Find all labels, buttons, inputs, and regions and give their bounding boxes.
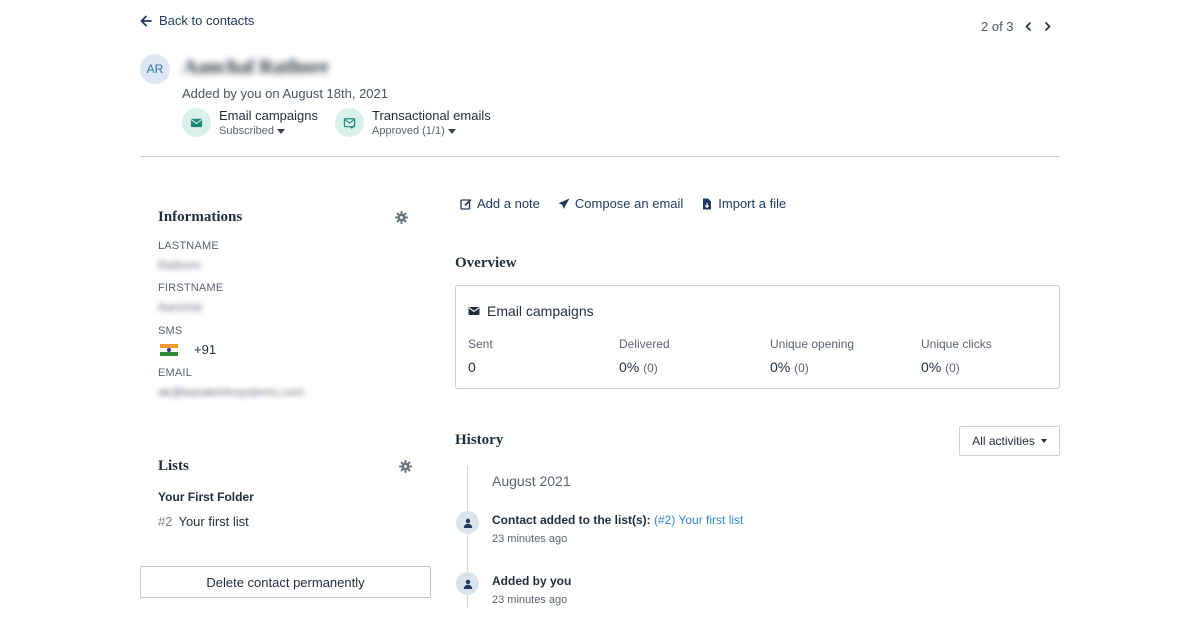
stat-unique-opening: Unique opening 0% (0) xyxy=(770,337,854,375)
avatar: AR xyxy=(140,54,170,84)
gear-icon xyxy=(398,459,413,474)
added-info: Added by you on August 18th, 2021 xyxy=(182,86,389,101)
compose-email-button[interactable]: Compose an email xyxy=(558,196,683,211)
folder-name: Your First Folder xyxy=(158,490,254,504)
list-item[interactable]: #2 Your first list xyxy=(158,514,249,529)
envelope-icon xyxy=(182,108,211,137)
timeline-month: August 2021 xyxy=(492,473,571,489)
stat-delivered: Delivered 0% (0) xyxy=(619,337,670,375)
stat-count: (0) xyxy=(945,361,960,375)
stat-value: 0% xyxy=(770,359,791,375)
contact-name: Aanchal Rathore xyxy=(183,56,329,78)
field-value-sms: +91 xyxy=(194,342,217,357)
subscription-transactional-emails: Transactional emails Approved (1/1) xyxy=(335,108,491,137)
back-label: Back to contacts xyxy=(159,13,255,28)
transactional-status-dropdown[interactable]: Approved (1/1) xyxy=(372,125,491,137)
history-event: Contact added to the list(s): (#2) Your … xyxy=(492,513,743,545)
envelope-icon xyxy=(468,307,480,315)
informations-title: Informations xyxy=(158,209,243,225)
delete-contact-button[interactable]: Delete contact permanently xyxy=(140,566,431,598)
informations-settings-button[interactable] xyxy=(394,210,409,229)
subscription-email-campaigns: Email campaigns Subscribed xyxy=(182,108,318,137)
stat-value: 0% xyxy=(921,359,942,375)
user-icon xyxy=(456,572,479,595)
list-number: #2 xyxy=(158,514,173,529)
lists-title: Lists xyxy=(158,458,189,474)
stat-label: Unique clicks xyxy=(921,337,992,351)
field-label-firstname: FIRSTNAME xyxy=(158,282,224,294)
event-time: 23 minutes ago xyxy=(492,533,568,545)
paper-plane-icon xyxy=(558,198,570,209)
subscription-title: Transactional emails xyxy=(372,108,491,123)
caret-down-icon xyxy=(1040,439,1047,443)
history-title: History xyxy=(455,432,504,448)
activity-filter-dropdown[interactable]: All activities xyxy=(959,426,1060,456)
add-note-label: Add a note xyxy=(477,196,540,211)
chevron-right-icon xyxy=(1044,22,1051,31)
stat-count: (0) xyxy=(794,361,809,375)
caret-down-icon xyxy=(277,128,286,134)
pager: 2 of 3 xyxy=(981,19,1052,34)
card-title-text: Email campaigns xyxy=(487,303,594,319)
header-divider xyxy=(140,156,1060,157)
india-flag-icon xyxy=(160,343,178,356)
gear-icon xyxy=(394,210,409,225)
overview-title: Overview xyxy=(455,255,517,271)
history-event: Added by you 23 minutes ago xyxy=(492,574,571,606)
stat-sent: Sent 0 xyxy=(468,337,493,375)
edit-note-icon xyxy=(460,198,472,210)
event-text: Added by you xyxy=(492,574,572,588)
file-import-icon xyxy=(703,198,712,209)
stat-unique-clicks: Unique clicks 0% (0) xyxy=(921,337,992,375)
field-label-email: EMAIL xyxy=(158,367,193,379)
stat-value: 0% xyxy=(619,359,640,375)
stat-label: Sent xyxy=(468,337,493,351)
next-contact-button[interactable] xyxy=(1043,22,1052,31)
email-campaigns-status-dropdown[interactable]: Subscribed xyxy=(219,125,318,137)
user-icon xyxy=(456,511,479,534)
event-time: 23 minutes ago xyxy=(492,594,568,606)
back-to-contacts-link[interactable]: Back to contacts xyxy=(140,13,254,28)
envelope-check-icon xyxy=(335,108,364,137)
stat-label: Delivered xyxy=(619,337,670,351)
filter-label: All activities xyxy=(972,434,1035,448)
add-note-button[interactable]: Add a note xyxy=(460,196,540,211)
previous-contact-button[interactable] xyxy=(1024,22,1033,31)
card-title: Email campaigns xyxy=(468,303,594,319)
arrow-left-icon xyxy=(140,15,152,27)
stat-value: 0 xyxy=(468,359,476,375)
field-value-firstname: Aanchal xyxy=(158,300,202,314)
list-name: Your first list xyxy=(178,514,249,529)
caret-down-icon xyxy=(447,128,456,134)
sms-value: +91 xyxy=(160,342,216,357)
stat-label: Unique opening xyxy=(770,337,855,351)
pager-text: 2 of 3 xyxy=(981,19,1014,34)
import-file-label: Import a file xyxy=(718,196,787,211)
stat-count: (0) xyxy=(643,361,658,375)
event-list-link[interactable]: (#2) Your first list xyxy=(654,513,743,527)
subscription-status: Subscribed xyxy=(219,125,275,137)
lists-settings-button[interactable] xyxy=(398,459,413,478)
event-text: Contact added to the list(s): xyxy=(492,513,651,527)
contact-actions: Add a note Compose an email Import a fil… xyxy=(460,196,786,211)
chevron-left-icon xyxy=(1024,22,1031,31)
compose-email-label: Compose an email xyxy=(574,196,684,211)
field-value-lastname: Rathore xyxy=(158,258,201,272)
import-file-button[interactable]: Import a file xyxy=(701,196,786,211)
subscription-status: Approved (1/1) xyxy=(372,125,445,137)
subscription-title: Email campaigns xyxy=(219,108,318,123)
field-value-email: ak@kanakinfosystems.com xyxy=(158,385,305,399)
field-label-lastname: LASTNAME xyxy=(158,240,219,252)
field-label-sms: SMS xyxy=(158,325,183,337)
